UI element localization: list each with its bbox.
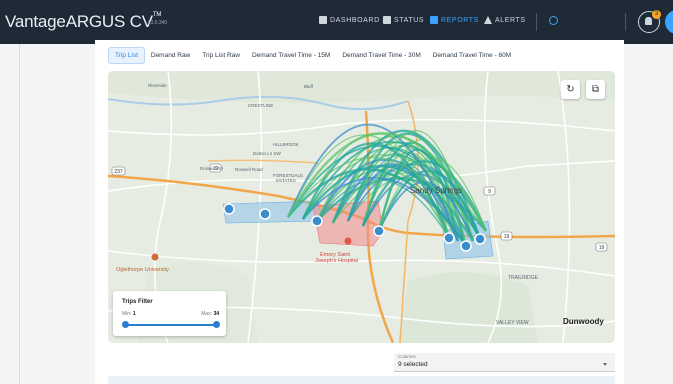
app-logo[interactable]: VantageARGUS CVTM — [5, 12, 161, 32]
nav-divider — [536, 13, 537, 31]
trips-filter-title: Trips Filter — [122, 299, 153, 305]
top-nav-bar: VantageARGUS CVTM v3.0.340 DASHBOARD STA… — [0, 0, 673, 44]
external-link-icon[interactable]: ⧉ — [586, 80, 605, 99]
university-icon — [151, 253, 159, 261]
nav-reports-label: REPORTS — [441, 16, 479, 24]
results-panel-header — [108, 376, 615, 384]
avatar[interactable] — [665, 10, 673, 34]
marker-icon[interactable] — [373, 225, 385, 237]
tab-trip-list[interactable]: Trip List — [108, 47, 145, 64]
range-slider-max-handle[interactable] — [213, 321, 220, 328]
sidebar-divider — [19, 44, 20, 384]
trips-filter-max: Max: 34 — [201, 311, 219, 317]
nav-status[interactable]: STATUS — [383, 16, 424, 24]
tab-trip-list-raw[interactable]: Trip List Raw — [196, 47, 246, 64]
reports-icon — [430, 16, 438, 24]
highway-shield-label: 19 — [599, 245, 605, 251]
road-label: Dalton Ln SW — [253, 151, 282, 156]
range-slider-track[interactable] — [125, 324, 217, 326]
brand-tm: TM — [152, 12, 162, 18]
nav-status-label: STATUS — [394, 16, 425, 24]
place-label-hillbrook: HILLBROOK — [273, 142, 299, 147]
dashboard-icon — [319, 16, 327, 24]
nav-divider — [625, 13, 626, 31]
columns-select-value: 9 selected — [398, 361, 428, 368]
alert-icon — [484, 16, 492, 24]
report-tabs: Trip List Demand Raw Trip List Raw Deman… — [108, 47, 517, 64]
tab-demand-travel-time-60m[interactable]: Demand Travel Time - 60M — [427, 47, 517, 64]
nav-alerts[interactable]: ALERTS — [484, 16, 526, 24]
road-label: Roswell Rd — [200, 166, 223, 171]
columns-select-label: Columns — [398, 354, 416, 359]
max-value: 34 — [213, 311, 219, 317]
nav-dashboard-label: DASHBOARD — [330, 16, 380, 24]
marker-icon[interactable] — [474, 233, 486, 245]
notification-badge: 3 — [652, 10, 661, 19]
hospital-icon — [344, 237, 352, 245]
place-label-university: Oglethorpe University — [116, 267, 169, 273]
road-label: Riverside — [148, 83, 167, 88]
trips-filter-min: Min: 1 — [122, 311, 136, 317]
place-label-trailridge: TRAILRIDGE — [508, 275, 539, 281]
chevron-down-icon — [603, 363, 607, 366]
tab-demand-travel-time-15m[interactable]: Demand Travel Time - 15M — [246, 47, 336, 64]
place-label-crestline: CRESTLINE — [248, 103, 273, 108]
marker-icon[interactable] — [311, 215, 323, 227]
refresh-icon[interactable]: ↻ — [561, 80, 580, 99]
road-label: Roswell Road — [235, 167, 263, 172]
range-slider-min-handle[interactable] — [122, 321, 129, 328]
marker-icon[interactable] — [443, 232, 455, 244]
tab-demand-raw[interactable]: Demand Raw — [145, 47, 196, 64]
status-icon — [383, 16, 391, 24]
nav-dashboard[interactable]: DASHBOARD — [319, 16, 380, 24]
tab-demand-travel-time-30m[interactable]: Demand Travel Time - 30M — [336, 47, 426, 64]
min-label: Min: — [122, 311, 132, 317]
app-version: v3.0.340 — [148, 20, 168, 26]
place-label-dunwoody: Dunwoody — [563, 317, 604, 326]
brand-name: ARGUS CV — [65, 12, 153, 31]
nav-alerts-label: ALERTS — [495, 16, 526, 24]
highway-shield-label: 19 — [504, 234, 510, 240]
brand-prefix: Vantage — [5, 12, 66, 31]
globe-icon[interactable] — [549, 16, 558, 25]
place-label-hospital: Joseph's Hospital — [315, 258, 358, 264]
highway-shield-label: 9 — [488, 189, 491, 195]
place-label-sandy-springs: Sandy Springs — [410, 186, 462, 195]
min-value: 1 — [132, 311, 136, 317]
marker-icon[interactable] — [460, 240, 472, 252]
highway-shield-label: 237 — [114, 169, 123, 175]
nav-reports[interactable]: REPORTS — [430, 16, 479, 24]
place-label-valley-view: VALLEY VIEW — [496, 320, 529, 326]
place-label-forestdale: ESTATES — [276, 178, 296, 183]
columns-select[interactable]: Columns 9 selected — [394, 353, 615, 372]
max-label: Max: — [201, 311, 213, 317]
marker-icon[interactable] — [223, 203, 235, 215]
trips-filter-panel: Trips Filter Min: 1 Max: 34 — [113, 291, 226, 336]
marker-icon[interactable] — [259, 208, 271, 220]
road-label: Bluff — [304, 84, 314, 89]
map-park-area — [398, 272, 538, 343]
